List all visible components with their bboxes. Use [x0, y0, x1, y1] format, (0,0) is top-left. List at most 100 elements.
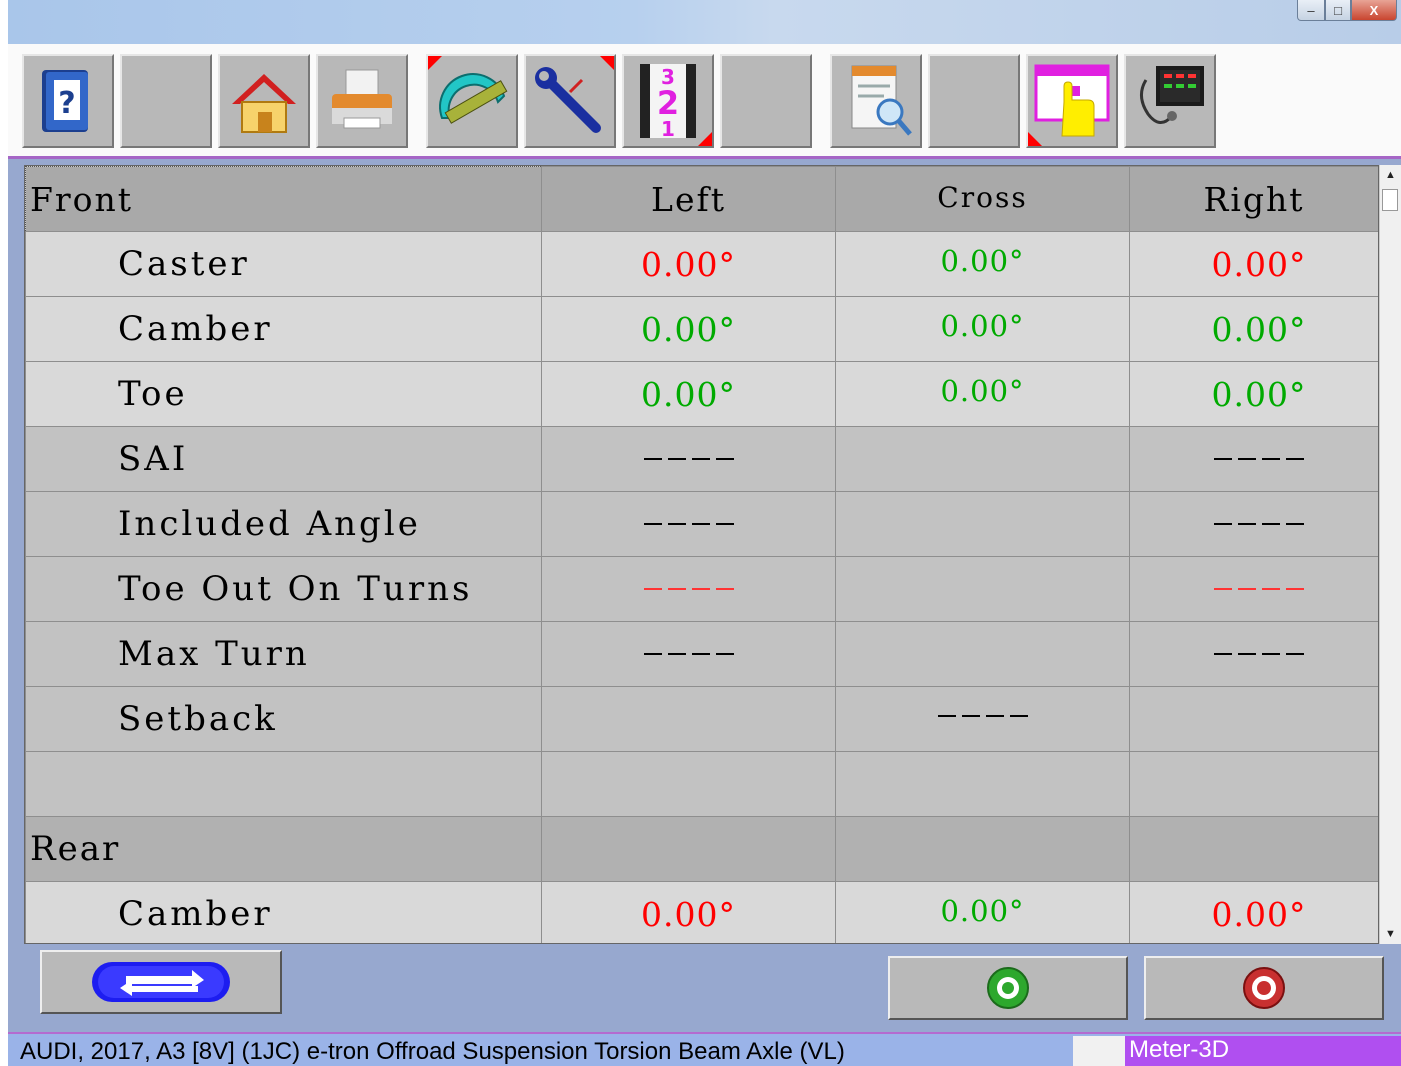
empty-value-dashes: [1214, 653, 1304, 655]
home-icon: [232, 74, 296, 133]
right-value: 0.00°: [1129, 881, 1378, 943]
left-value: 0.00°: [541, 881, 836, 943]
rear-section-label: Rear: [25, 816, 542, 882]
svg-text:?: ?: [58, 86, 75, 121]
vertical-scrollbar[interactable]: ▲ ▼: [1379, 165, 1401, 944]
table-row: Setback: [25, 686, 1378, 752]
empty-value-dashes: [937, 715, 1028, 717]
left-value: [541, 556, 836, 622]
blank-toolbar-button[interactable]: [928, 54, 1020, 148]
blank-toolbar-button[interactable]: [120, 54, 212, 148]
row-label: Toe: [25, 361, 542, 427]
table-row: Camber 0.00° 0.00° 0.00°: [25, 296, 1378, 362]
title-bar: – □ X: [8, 0, 1401, 44]
empty-value-dashes: [1214, 523, 1304, 525]
adjust-button[interactable]: [524, 54, 616, 148]
row-label: SAI: [25, 426, 542, 492]
reset-button[interactable]: [1144, 956, 1384, 1020]
empty-value-dashes: [643, 458, 734, 460]
green-gear-icon: [987, 967, 1029, 1009]
left-value: [541, 816, 836, 882]
row-label: Camber: [25, 296, 542, 362]
printer-icon: [332, 69, 392, 129]
switch-view-button[interactable]: [40, 950, 282, 1014]
row-label: Camber: [25, 881, 542, 943]
calendar-hand-icon: [1034, 64, 1110, 137]
row-label: Included Angle: [25, 491, 542, 557]
left-value: 0.00°: [541, 231, 836, 297]
right-value: [1129, 491, 1378, 557]
minimize-button[interactable]: –: [1297, 0, 1325, 21]
protractor-icon: [439, 73, 508, 124]
empty-value-dashes: [643, 653, 734, 655]
blank-toolbar-button[interactable]: [720, 54, 812, 148]
toolbar: ? 3 2 1: [8, 44, 1401, 159]
cross-value: 0.00°: [835, 296, 1130, 362]
close-button[interactable]: X: [1351, 0, 1397, 21]
alignment-readings-table: Front Left Cross Right Caster 0.00° 0.00…: [24, 165, 1379, 944]
help-button[interactable]: ?: [22, 54, 114, 148]
cross-value: 0.00°: [835, 361, 1130, 427]
window-edge: [0, 0, 8, 1066]
empty-value-dashes: [643, 588, 734, 590]
home-button[interactable]: [218, 54, 310, 148]
diagnostics-button[interactable]: [1124, 54, 1216, 148]
right-value: 0.00°: [1129, 231, 1378, 297]
scroll-thumb[interactable]: [1382, 189, 1398, 211]
left-header: Left: [541, 166, 836, 232]
table-row: Caster 0.00° 0.00° 0.00°: [25, 231, 1378, 297]
device-name: Meter-3D: [1125, 1036, 1401, 1066]
main-panel: Front Left Cross Right Caster 0.00° 0.00…: [8, 159, 1401, 1032]
print-button[interactable]: [316, 54, 408, 148]
row-label: Max Turn: [25, 621, 542, 687]
row-label: [25, 751, 542, 817]
table-row: Max Turn: [25, 621, 1378, 687]
left-value: 0.00°: [541, 296, 836, 362]
settings-button[interactable]: [888, 956, 1128, 1020]
left-value: [541, 686, 836, 752]
report-search-icon: [851, 65, 912, 136]
scroll-up-arrow-icon[interactable]: ▲: [1380, 165, 1401, 185]
scroll-down-arrow-icon[interactable]: ▼: [1380, 924, 1401, 944]
table-row: [25, 751, 1378, 817]
right-header: Right: [1129, 166, 1378, 232]
cross-value: [835, 426, 1130, 492]
maximize-button[interactable]: □: [1325, 0, 1351, 21]
table-header-row: Front Left Cross Right: [25, 166, 1378, 232]
left-value: [541, 621, 836, 687]
left-value: [541, 426, 836, 492]
measure-angle-button[interactable]: [426, 54, 518, 148]
status-bar: AUDI, 2017, A3 [8V] (1JC) e-tron Offroad…: [8, 1032, 1401, 1066]
sequence-button[interactable]: 3 2 1: [622, 54, 714, 148]
svg-text:1: 1: [661, 117, 675, 141]
left-value: [541, 751, 836, 817]
right-value: [1129, 816, 1378, 882]
right-value: [1129, 621, 1378, 687]
table-row: Camber 0.00° 0.00° 0.00°: [25, 881, 1378, 943]
table-row: Toe 0.00° 0.00° 0.00°: [25, 361, 1378, 427]
calendar-button[interactable]: [1026, 54, 1118, 148]
empty-value-dashes: [1214, 458, 1304, 460]
cross-value: 0.00°: [835, 881, 1130, 943]
cross-value: [835, 491, 1130, 557]
cross-header: Cross: [835, 166, 1130, 232]
wrench-icon: [535, 67, 601, 133]
filmstrip-321-icon: 3 2 1: [640, 64, 696, 141]
empty-value-dashes: [1214, 588, 1304, 590]
right-value: [1129, 556, 1378, 622]
row-label: Caster: [25, 231, 542, 297]
report-button[interactable]: [830, 54, 922, 148]
right-value: [1129, 751, 1378, 817]
cross-value: [835, 751, 1130, 817]
empty-value-dashes: [643, 523, 734, 525]
cross-value: [835, 816, 1130, 882]
right-value: 0.00°: [1129, 361, 1378, 427]
cross-value: [835, 621, 1130, 687]
red-recycle-icon: [1243, 967, 1285, 1009]
row-label: Setback: [25, 686, 542, 752]
section-row: Rear: [25, 816, 1378, 882]
right-value: [1129, 426, 1378, 492]
app-window: – □ X ? 3 2 1 Front Left Cross Right Cas…: [0, 0, 1401, 1066]
window-controls: – □ X: [1297, 0, 1397, 22]
switch-arrows-icon: [92, 962, 230, 1002]
